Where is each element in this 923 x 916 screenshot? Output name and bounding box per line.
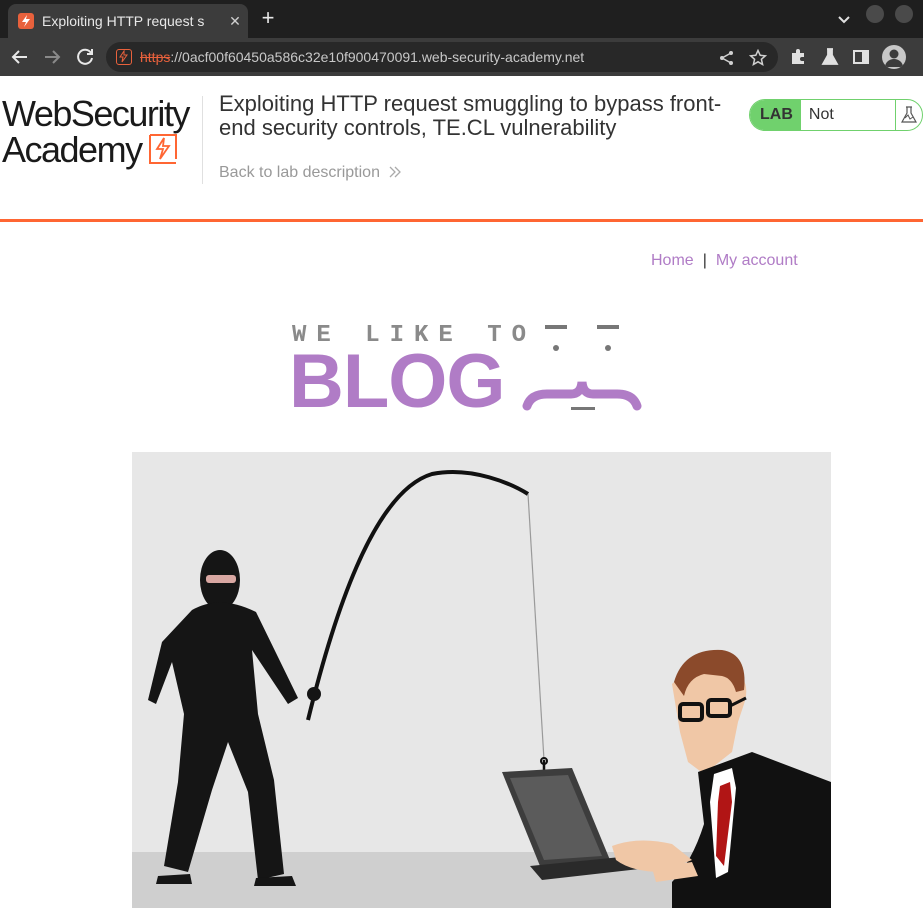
- window-maximize-button[interactable]: [895, 5, 913, 23]
- web-security-academy-logo[interactable]: WebSecurity Academy: [2, 96, 198, 170]
- new-tab-button[interactable]: +: [256, 6, 280, 30]
- forward-arrow-icon[interactable]: [40, 45, 64, 69]
- lab-status-widget: LAB Not solved: [749, 99, 923, 131]
- lab-status-text: Not solved: [808, 106, 834, 123]
- lab-badge: LAB: [750, 100, 801, 130]
- nav-home-link[interactable]: Home: [651, 252, 694, 269]
- lab-header: WebSecurity Academy Exploiting HTTP requ…: [0, 76, 923, 219]
- profile-avatar-icon[interactable]: [882, 45, 906, 69]
- blog-top-nav: Home | My account: [651, 252, 798, 270]
- bookmark-star-icon[interactable]: [748, 48, 768, 67]
- url-host: ://0acf00f60450a586c32e10f900470091.web-…: [170, 49, 585, 65]
- logo-line-websecurity: WebSecurity: [2, 93, 190, 134]
- blog-hero-image: [132, 452, 831, 908]
- nav-separator: |: [702, 252, 707, 269]
- address-bar[interactable]: https://0acf00f60450a586c32e10f900470091…: [106, 42, 778, 72]
- tab-search-chevron-icon[interactable]: [834, 9, 854, 29]
- lab-title: Exploiting HTTP request smuggling to byp…: [219, 91, 722, 140]
- window-minimize-button[interactable]: [866, 5, 884, 23]
- tab-close-icon[interactable]: ✕: [226, 13, 244, 30]
- side-panel-icon[interactable]: [851, 47, 871, 67]
- back-to-lab-description-link[interactable]: Back to lab description: [219, 164, 402, 182]
- browser-tab[interactable]: Exploiting HTTP request s ✕: [8, 4, 248, 38]
- back-arrow-icon[interactable]: [8, 45, 32, 69]
- header-orange-rule: [0, 219, 923, 222]
- blog-logo-face-icon: [522, 325, 642, 411]
- back-link-label: Back to lab description: [219, 164, 380, 181]
- browser-tab-strip: Exploiting HTTP request s ✕ +: [0, 0, 923, 38]
- blog-logo-word: BLOG: [289, 339, 506, 424]
- browser-toolbar: https://0acf00f60450a586c32e10f900470091…: [0, 38, 923, 76]
- double-chevron-right-icon: [388, 165, 402, 182]
- reload-icon[interactable]: [73, 45, 97, 69]
- portswigger-favicon-icon: [18, 13, 34, 29]
- tab-title: Exploiting HTTP request s: [42, 13, 205, 29]
- lab-flask-icon: [895, 100, 922, 130]
- extensions-puzzle-icon[interactable]: [788, 47, 808, 67]
- not-secure-icon[interactable]: [116, 49, 132, 65]
- header-divider: [202, 96, 203, 184]
- nav-my-account-link[interactable]: My account: [716, 252, 798, 269]
- url-scheme: https: [140, 49, 171, 65]
- we-like-to-blog-logo: WE LIKE TO BLOG: [289, 318, 644, 424]
- share-icon[interactable]: [718, 49, 736, 67]
- labs-flask-icon[interactable]: [820, 47, 840, 67]
- url-text[interactable]: https://0acf00f60450a586c32e10f900470091…: [140, 49, 584, 65]
- academy-lightning-icon: [147, 133, 179, 165]
